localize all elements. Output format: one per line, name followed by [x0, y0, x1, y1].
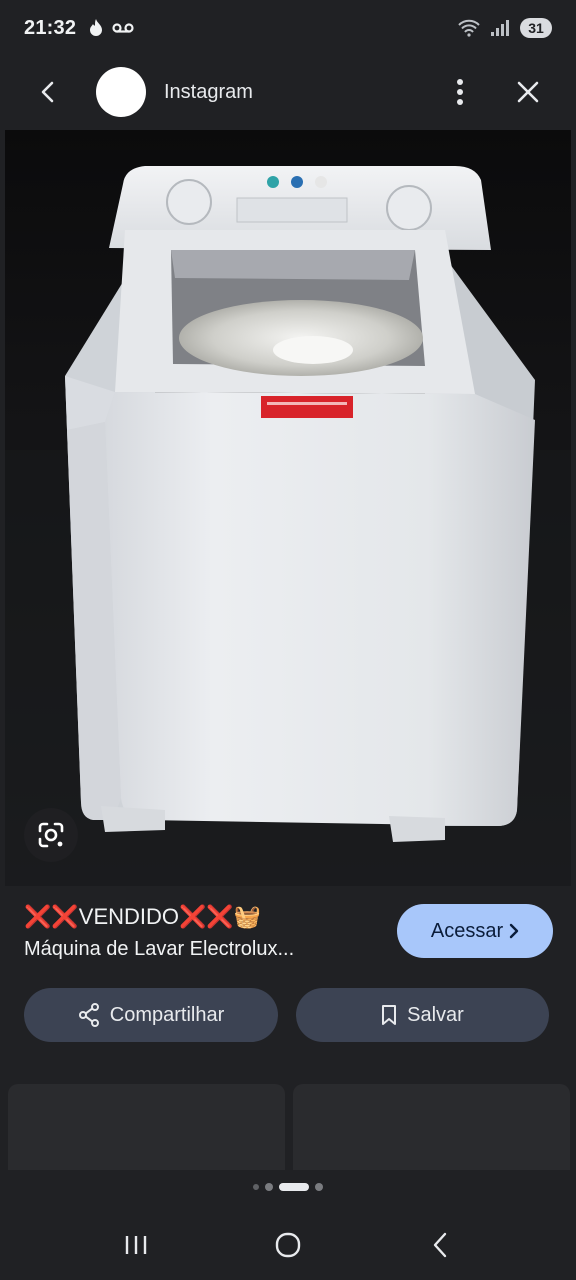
- source-avatar[interactable]: [96, 67, 146, 117]
- related-result-card[interactable]: [8, 1084, 285, 1170]
- close-button[interactable]: [504, 68, 552, 116]
- back-button[interactable]: [24, 68, 72, 116]
- system-nav-bar: [0, 1210, 576, 1280]
- share-icon: [78, 1003, 99, 1027]
- page-dot-active: [279, 1183, 309, 1191]
- share-button[interactable]: Compartilhar: [24, 988, 278, 1042]
- home-button[interactable]: [258, 1215, 318, 1275]
- share-label: Compartilhar: [109, 1003, 225, 1026]
- voicemail-icon: [112, 23, 134, 33]
- system-back-button[interactable]: [410, 1215, 470, 1275]
- save-label: Salvar: [407, 1003, 464, 1026]
- page-dot: [315, 1183, 323, 1191]
- wifi-icon: [458, 19, 480, 37]
- status-bar: 21:32 31: [0, 0, 576, 56]
- result-title-line1[interactable]: ❌❌VENDIDO❌❌🧺: [24, 904, 261, 930]
- google-lens-button[interactable]: [24, 808, 78, 862]
- result-title-line2[interactable]: Máquina de Lavar Electrolux...: [24, 938, 364, 961]
- save-button[interactable]: Salvar: [296, 988, 549, 1042]
- source-title[interactable]: Instagram: [164, 81, 253, 104]
- bookmark-icon: [382, 1005, 397, 1025]
- page-dot: [265, 1183, 273, 1191]
- related-result-card[interactable]: [293, 1084, 570, 1170]
- fire-icon: [90, 19, 103, 36]
- result-info: ❌❌VENDIDO❌❌🧺 Máquina de Lavar Electrolux…: [0, 886, 576, 1086]
- recent-apps-icon: [125, 1236, 147, 1254]
- top-app-bar: Instagram: [0, 56, 576, 128]
- status-time: 21:32: [24, 16, 77, 39]
- washing-machine-photo: [5, 130, 571, 886]
- arrow-back-icon: [41, 81, 54, 103]
- battery-indicator: 31: [520, 18, 552, 38]
- more-vert-icon: [457, 79, 463, 105]
- visit-button[interactable]: Acessar: [397, 904, 553, 958]
- signal-icon: [491, 20, 509, 36]
- chevron-right-icon: [509, 923, 519, 939]
- home-icon: [275, 1232, 301, 1258]
- pagination-indicator: [0, 1183, 576, 1191]
- close-icon: [517, 81, 539, 103]
- page-dot: [253, 1184, 259, 1190]
- visit-label: Acessar: [430, 919, 504, 942]
- google-lens-icon: [38, 822, 64, 848]
- back-icon: [433, 1232, 447, 1258]
- more-options-button[interactable]: [436, 68, 484, 116]
- recent-apps-button[interactable]: [106, 1215, 166, 1275]
- product-image[interactable]: [5, 130, 571, 886]
